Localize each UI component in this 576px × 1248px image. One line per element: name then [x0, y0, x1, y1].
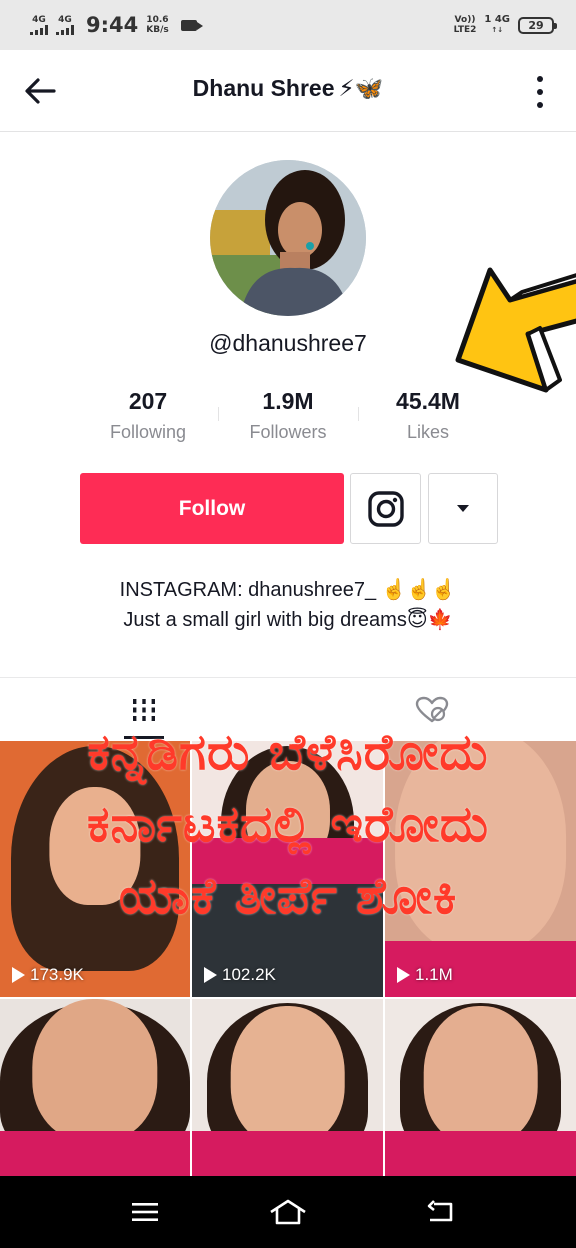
- dot-icon: [537, 76, 543, 82]
- volte-top: Vo)): [454, 15, 476, 25]
- video-thumbnail[interactable]: 173.9K: [0, 741, 190, 997]
- profile-name: Dhanu Shree: [192, 75, 335, 101]
- stat-label: Followers: [249, 422, 327, 442]
- video-grid: 173.9K 102.2K 1.1M: [0, 741, 576, 1177]
- play-icon: [397, 967, 410, 983]
- system-nav-bar: [0, 1176, 576, 1248]
- liked-hidden-icon: [415, 696, 449, 723]
- status-right: Vo)) LTE2 1 4G ↑↓ 29: [454, 14, 557, 36]
- home-icon: [270, 1199, 306, 1225]
- data-indicator: 1 4G ↑↓: [484, 14, 510, 36]
- thumbnail-face: [49, 787, 141, 905]
- view-count: 1.1M: [397, 965, 453, 985]
- stat-likes[interactable]: 45.4M Likes: [358, 385, 498, 447]
- signal-sim1-icon: 4G: [30, 14, 48, 35]
- view-count-value: 102.2K: [222, 965, 276, 984]
- volte-bottom: LTE2: [453, 25, 477, 35]
- caret-down-icon: [457, 505, 469, 512]
- thumbnail-face: [394, 741, 567, 954]
- sim2-network-type: 4G: [58, 14, 72, 25]
- thumbnail-scarf: [385, 1130, 576, 1177]
- volte-indicator: Vo)) LTE2: [454, 15, 477, 35]
- battery-level: 29: [528, 18, 544, 32]
- thumbnail-face: [423, 1006, 538, 1145]
- status-left: 4G 4G 9:44 10.6 KB/s: [30, 13, 203, 37]
- data-activity-icon: ↑↓: [491, 26, 504, 34]
- stat-value: 1.9M: [262, 388, 314, 414]
- tab-liked-videos[interactable]: [288, 678, 576, 742]
- stat-label: Following: [109, 422, 187, 442]
- profile-header: Dhanu Shree ⚡🦋: [0, 50, 576, 132]
- profile-bio: INSTAGRAM: dhanushree7_ ☝️☝️☝️ Just a sm…: [0, 575, 576, 635]
- video-thumbnail[interactable]: [192, 999, 383, 1177]
- suggested-accounts-button[interactable]: [428, 473, 498, 544]
- instagram-icon: [367, 490, 404, 527]
- view-count-value: 173.9K: [30, 965, 84, 984]
- view-count: 173.9K: [12, 965, 84, 985]
- stat-following[interactable]: 207 Following: [78, 385, 218, 447]
- video-thumbnail[interactable]: [0, 999, 190, 1177]
- follow-button[interactable]: Follow: [80, 473, 344, 544]
- thumbnail-face: [230, 1006, 345, 1145]
- network-speed: 10.6 KB/s: [146, 15, 168, 35]
- play-icon: [12, 967, 25, 983]
- grid-icon: [133, 699, 155, 721]
- stat-followers[interactable]: 1.9M Followers: [218, 385, 358, 447]
- pointing-arrow-icon: [455, 267, 576, 393]
- stat-value: 45.4M: [396, 388, 460, 414]
- stat-label: Likes: [406, 422, 450, 442]
- view-count: 102.2K: [204, 965, 276, 985]
- menu-icon: [132, 1203, 158, 1221]
- video-thumbnail[interactable]: 102.2K: [192, 741, 383, 997]
- play-icon: [204, 967, 217, 983]
- thumbnail-face: [32, 999, 158, 1142]
- profile-tabs: [0, 677, 576, 741]
- thumbnail-scarf: [192, 1130, 383, 1177]
- dot-icon: [537, 89, 543, 95]
- more-options-button[interactable]: [530, 76, 550, 108]
- data-type: 1 4G: [484, 14, 510, 25]
- status-bar: 4G 4G 9:44 10.6 KB/s Vo)) LTE2 1 4G ↑↓ 2…: [0, 0, 576, 50]
- thumbnail-scarf: [192, 838, 383, 885]
- title-emoji: ⚡🦋: [338, 75, 384, 101]
- view-count-value: 1.1M: [415, 965, 453, 984]
- bio-line-tagline: Just a small girl with big dreams😇🍁: [123, 609, 453, 631]
- video-camera-icon: [180, 19, 203, 31]
- back-nav-button[interactable]: [420, 1194, 460, 1230]
- home-button[interactable]: [268, 1194, 308, 1230]
- active-tab-indicator: [124, 736, 164, 739]
- stat-value: 207: [128, 388, 168, 414]
- network-speed-value: 10.6: [146, 15, 169, 25]
- clock: 9:44: [86, 13, 139, 37]
- video-thumbnail[interactable]: [385, 999, 576, 1177]
- instagram-button[interactable]: [350, 473, 421, 544]
- return-icon: [427, 1200, 453, 1222]
- profile-stats: 207 Following 1.9M Followers 45.4M Likes: [78, 385, 498, 447]
- signal-sim2-icon: 4G: [56, 14, 74, 35]
- menu-button[interactable]: [125, 1194, 165, 1230]
- battery-icon: 29: [518, 16, 557, 34]
- avatar[interactable]: [210, 160, 366, 316]
- network-speed-unit: KB/s: [146, 25, 169, 35]
- video-thumbnail[interactable]: 1.1M: [385, 741, 576, 997]
- page-title: Dhanu Shree ⚡🦋: [0, 75, 576, 102]
- thumbnail-scarf: [0, 1130, 190, 1177]
- tab-videos[interactable]: [0, 678, 288, 742]
- bio-line-instagram: INSTAGRAM: dhanushree7_ ☝️☝️☝️: [119, 579, 457, 601]
- dot-icon: [537, 102, 543, 108]
- avatar-photo: [210, 160, 366, 316]
- sim1-network-type: 4G: [32, 14, 46, 25]
